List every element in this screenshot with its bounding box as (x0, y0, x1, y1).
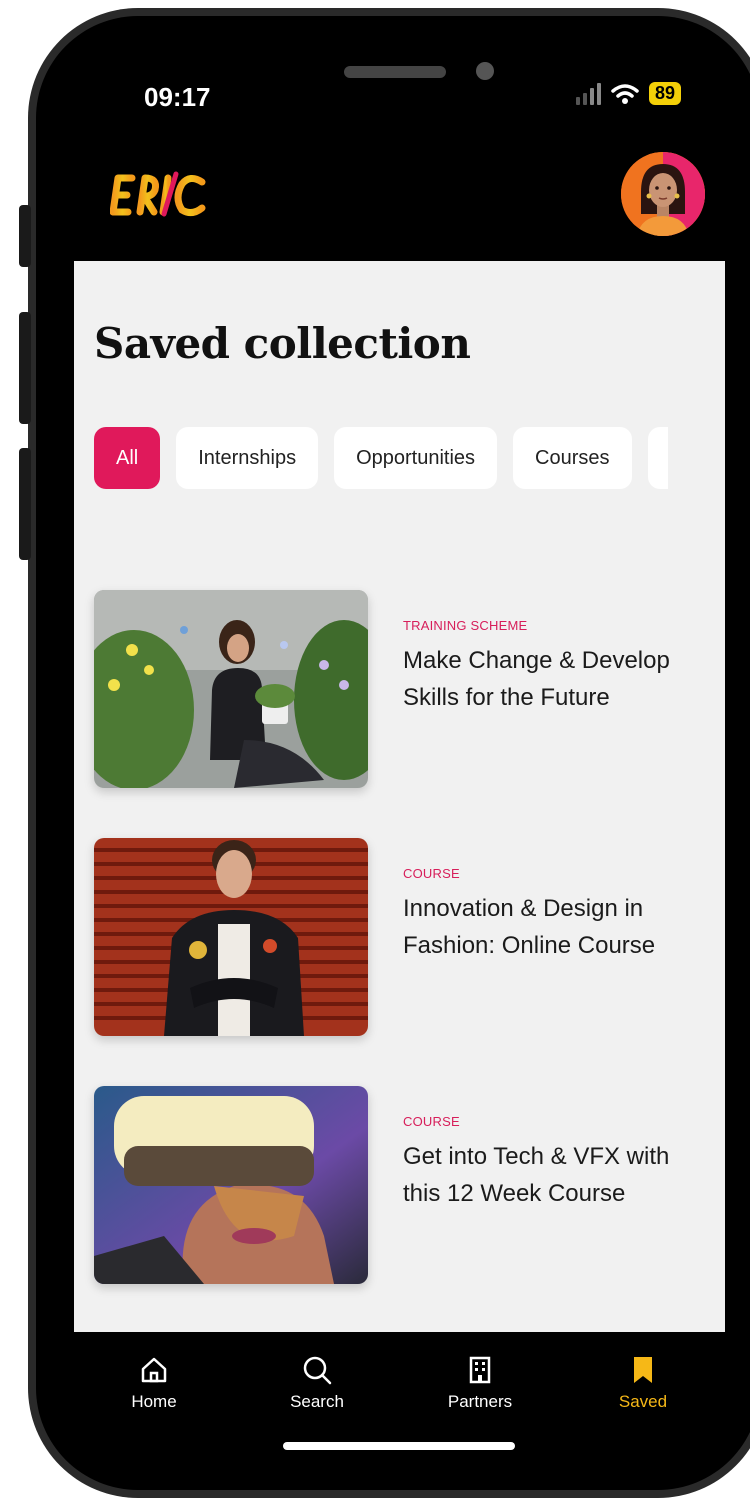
saved-item-card[interactable]: COURSE Get into Tech & VFX with this 12 … (94, 1086, 694, 1286)
mute-switch (19, 205, 31, 267)
volume-down-button (19, 448, 31, 560)
profile-avatar[interactable] (621, 152, 705, 236)
signal-icon (575, 82, 601, 105)
filter-chip-courses[interactable]: Courses (513, 427, 632, 489)
speaker (344, 66, 446, 78)
tab-label: Search (290, 1392, 344, 1411)
filter-chip-opportunities[interactable]: Opportunities (334, 427, 498, 489)
item-category: TRAINING SCHEME (403, 618, 528, 633)
tab-saved[interactable]: Saved (583, 1354, 703, 1412)
tab-label: Partners (447, 1392, 513, 1411)
item-category: COURSE (403, 1114, 460, 1129)
saved-item-card[interactable]: COURSE Innovation & Design in Fashion: O… (94, 838, 694, 1038)
item-title: Make Change & Develop Skills for the Fut… (403, 647, 670, 711)
building-icon (469, 1356, 491, 1384)
tab-search[interactable]: Search (257, 1354, 377, 1412)
filter-chips: All Internships Opportunities Courses (94, 427, 668, 489)
app-screen: 09:17 89 Saved collection All Internship… (74, 52, 725, 1462)
bottom-tab-bar: Home Search Partners Saved (74, 1332, 725, 1462)
status-time: 09:17 (144, 82, 211, 112)
wifi-icon (611, 83, 639, 104)
saved-collection-content: Saved collection All Internships Opportu… (74, 261, 725, 1332)
tab-label: Home (131, 1392, 177, 1411)
search-icon (303, 1356, 332, 1385)
bookmark-icon (634, 1357, 652, 1383)
item-thumbnail (94, 1086, 368, 1284)
filter-chip-internships[interactable]: Internships (176, 427, 319, 489)
home-icon (141, 1357, 167, 1383)
eric-logo[interactable] (109, 170, 220, 225)
filter-chip-partial[interactable] (647, 427, 668, 489)
notch (214, 52, 586, 102)
item-thumbnail (94, 590, 368, 788)
app-header (74, 152, 725, 260)
item-title: Get into Tech & VFX with this 12 Week Co… (403, 1143, 670, 1207)
item-title: Innovation & Design in Fashion: Online C… (403, 895, 656, 959)
filter-chip-all[interactable]: All (94, 427, 161, 489)
home-indicator (283, 1442, 515, 1450)
saved-item-card[interactable]: TRAINING SCHEME Make Change & Develop Sk… (94, 590, 694, 790)
front-camera (476, 62, 494, 80)
tab-home[interactable]: Home (94, 1354, 214, 1412)
item-category: COURSE (403, 866, 460, 881)
tab-partners[interactable]: Partners (420, 1354, 540, 1412)
status-icons: 89 (575, 82, 681, 105)
battery-indicator: 89 (648, 82, 681, 105)
volume-up-button (19, 312, 31, 424)
tab-label: Saved (618, 1392, 668, 1411)
item-thumbnail (94, 838, 368, 1036)
page-title: Saved collection (94, 319, 471, 368)
